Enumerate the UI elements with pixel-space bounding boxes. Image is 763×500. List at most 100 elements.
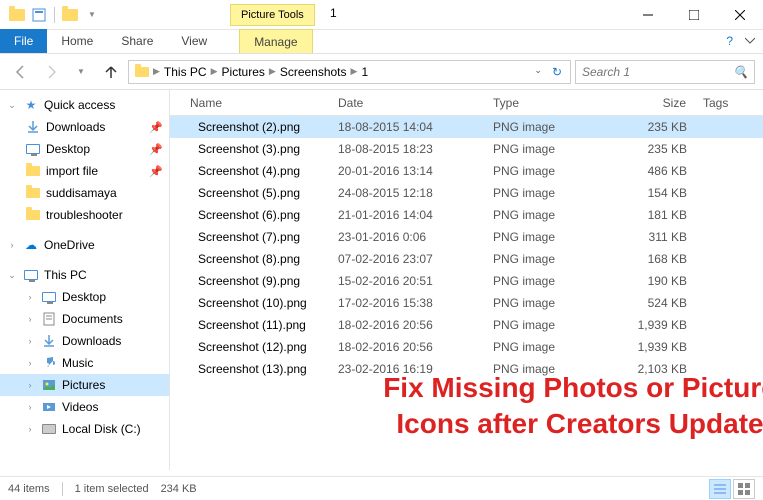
- expand-icon[interactable]: ›: [24, 380, 36, 390]
- sidebar-item[interactable]: Downloads📌: [0, 116, 169, 138]
- file-row[interactable]: Screenshot (10).png 17-02-2016 15:38 PNG…: [170, 292, 763, 314]
- column-date[interactable]: Date: [330, 96, 485, 110]
- back-button[interactable]: [8, 59, 34, 85]
- expand-icon[interactable]: ›: [24, 424, 36, 434]
- file-row[interactable]: Screenshot (5).png 24-08-2015 12:18 PNG …: [170, 182, 763, 204]
- music-icon: [40, 354, 58, 372]
- chevron-right-icon[interactable]: ▶: [153, 66, 160, 77]
- column-type[interactable]: Type: [485, 96, 615, 110]
- refresh-icon[interactable]: ↻: [548, 65, 566, 79]
- sidebar-item[interactable]: Desktop📌: [0, 138, 169, 160]
- expand-icon[interactable]: ›: [24, 358, 36, 368]
- sidebar-item[interactable]: troubleshooter: [0, 204, 169, 226]
- sidebar-item[interactable]: ›Downloads: [0, 330, 169, 352]
- expand-icon[interactable]: ›: [24, 336, 36, 346]
- expand-icon[interactable]: ⌄: [6, 100, 18, 111]
- address-bar[interactable]: ▶ This PC ▶ Pictures ▶ Screenshots ▶ 1 ⌄…: [128, 60, 571, 84]
- file-name: Screenshot (6).png: [198, 208, 300, 222]
- expand-icon[interactable]: ›: [24, 402, 36, 412]
- file-row[interactable]: Screenshot (2).png 18-08-2015 14:04 PNG …: [170, 116, 763, 138]
- column-size[interactable]: Size: [615, 96, 695, 110]
- address-dropdown-icon[interactable]: ⌄: [530, 65, 546, 79]
- explorer-icon[interactable]: [8, 6, 26, 24]
- nav-onedrive[interactable]: › ☁ OneDrive: [0, 234, 169, 256]
- file-size: 486 KB: [615, 164, 695, 178]
- sidebar-item-label: troubleshooter: [46, 208, 163, 222]
- file-row[interactable]: Screenshot (12).png 18-02-2016 20:56 PNG…: [170, 336, 763, 358]
- file-name: Screenshot (12).png: [198, 340, 307, 354]
- folder-icon: [24, 184, 42, 202]
- sidebar-item[interactable]: ›Documents: [0, 308, 169, 330]
- close-button[interactable]: [717, 0, 763, 30]
- file-row[interactable]: Screenshot (7).png 23-01-2016 0:06 PNG i…: [170, 226, 763, 248]
- file-row[interactable]: Screenshot (6).png 21-01-2016 14:04 PNG …: [170, 204, 763, 226]
- minimize-button[interactable]: [625, 0, 671, 30]
- file-tab[interactable]: File: [0, 29, 47, 53]
- sidebar-item[interactable]: ›Music: [0, 352, 169, 374]
- expand-ribbon-icon[interactable]: [745, 34, 755, 48]
- file-list-area: Name Date Type Size Tags Screenshot (2).…: [170, 90, 763, 470]
- tab-manage[interactable]: Manage: [239, 29, 312, 53]
- maximize-button[interactable]: [671, 0, 717, 30]
- file-name: Screenshot (3).png: [198, 142, 300, 156]
- file-row[interactable]: Screenshot (4).png 20-01-2016 13:14 PNG …: [170, 160, 763, 182]
- search-input[interactable]: [582, 65, 733, 79]
- tab-share[interactable]: Share: [107, 29, 167, 53]
- status-bar: 44 items 1 item selected 234 KB: [0, 476, 763, 500]
- sidebar-item-label: Local Disk (C:): [62, 422, 163, 436]
- recent-locations-icon[interactable]: ▼: [68, 59, 94, 85]
- crumb-screenshots[interactable]: Screenshots: [278, 65, 349, 79]
- sidebar-item-label: import file: [46, 164, 145, 178]
- tab-view[interactable]: View: [167, 29, 221, 53]
- expand-icon[interactable]: ⌄: [6, 270, 18, 281]
- file-name: Screenshot (11).png: [198, 318, 306, 332]
- thumbnails-view-button[interactable]: [733, 479, 755, 499]
- sidebar-item-label: Downloads: [46, 120, 145, 134]
- cloud-icon: ☁: [22, 236, 40, 254]
- sidebar-item[interactable]: suddisamaya: [0, 182, 169, 204]
- file-row[interactable]: Screenshot (3).png 18-08-2015 18:23 PNG …: [170, 138, 763, 160]
- qat-dropdown-icon[interactable]: ▼: [83, 6, 101, 24]
- chevron-right-icon[interactable]: ▶: [269, 66, 276, 77]
- sidebar-item[interactable]: ›Videos: [0, 396, 169, 418]
- expand-icon[interactable]: ›: [6, 240, 18, 250]
- nav-quick-access[interactable]: ⌄ ★ Quick access: [0, 94, 169, 116]
- window-title: 1: [330, 6, 337, 20]
- file-row[interactable]: Screenshot (9).png 15-02-2016 20:51 PNG …: [170, 270, 763, 292]
- file-type: PNG image: [485, 186, 615, 200]
- crumb-this-pc[interactable]: This PC: [162, 65, 209, 79]
- sidebar-item[interactable]: ›Pictures: [0, 374, 169, 396]
- chevron-right-icon[interactable]: ▶: [211, 66, 218, 77]
- documents-icon: [40, 310, 58, 328]
- file-name: Screenshot (13).png: [198, 362, 307, 376]
- sidebar-item[interactable]: › Local Disk (C:): [0, 418, 169, 440]
- sidebar-item[interactable]: ›Desktop: [0, 286, 169, 308]
- details-view-button[interactable]: [709, 479, 731, 499]
- file-type: PNG image: [485, 318, 615, 332]
- search-icon[interactable]: 🔍: [733, 65, 748, 79]
- file-name: Screenshot (4).png: [198, 164, 300, 178]
- expand-icon[interactable]: ›: [24, 292, 36, 302]
- file-row[interactable]: Screenshot (8).png 07-02-2016 23:07 PNG …: [170, 248, 763, 270]
- sidebar-item[interactable]: import file📌: [0, 160, 169, 182]
- crumb-current[interactable]: 1: [359, 65, 370, 79]
- expand-icon[interactable]: ›: [24, 314, 36, 324]
- monitor-icon: [22, 266, 40, 284]
- file-type: PNG image: [485, 208, 615, 222]
- forward-button[interactable]: [38, 59, 64, 85]
- file-name: Screenshot (10).png: [198, 296, 307, 310]
- up-button[interactable]: [98, 59, 124, 85]
- help-icon[interactable]: ?: [726, 34, 733, 48]
- properties-icon[interactable]: [30, 6, 48, 24]
- crumb-pictures[interactable]: Pictures: [220, 65, 267, 79]
- tab-home[interactable]: Home: [47, 29, 107, 53]
- new-folder-icon[interactable]: [61, 6, 79, 24]
- column-tags[interactable]: Tags: [695, 96, 755, 110]
- main-area: ⌄ ★ Quick access Downloads📌Desktop📌impor…: [0, 90, 763, 470]
- status-item-count: 44 items: [8, 483, 50, 495]
- column-name[interactable]: Name: [170, 96, 330, 110]
- nav-this-pc[interactable]: ⌄ This PC: [0, 264, 169, 286]
- file-row[interactable]: Screenshot (11).png 18-02-2016 20:56 PNG…: [170, 314, 763, 336]
- chevron-right-icon[interactable]: ▶: [351, 66, 358, 77]
- search-box[interactable]: 🔍: [575, 60, 755, 84]
